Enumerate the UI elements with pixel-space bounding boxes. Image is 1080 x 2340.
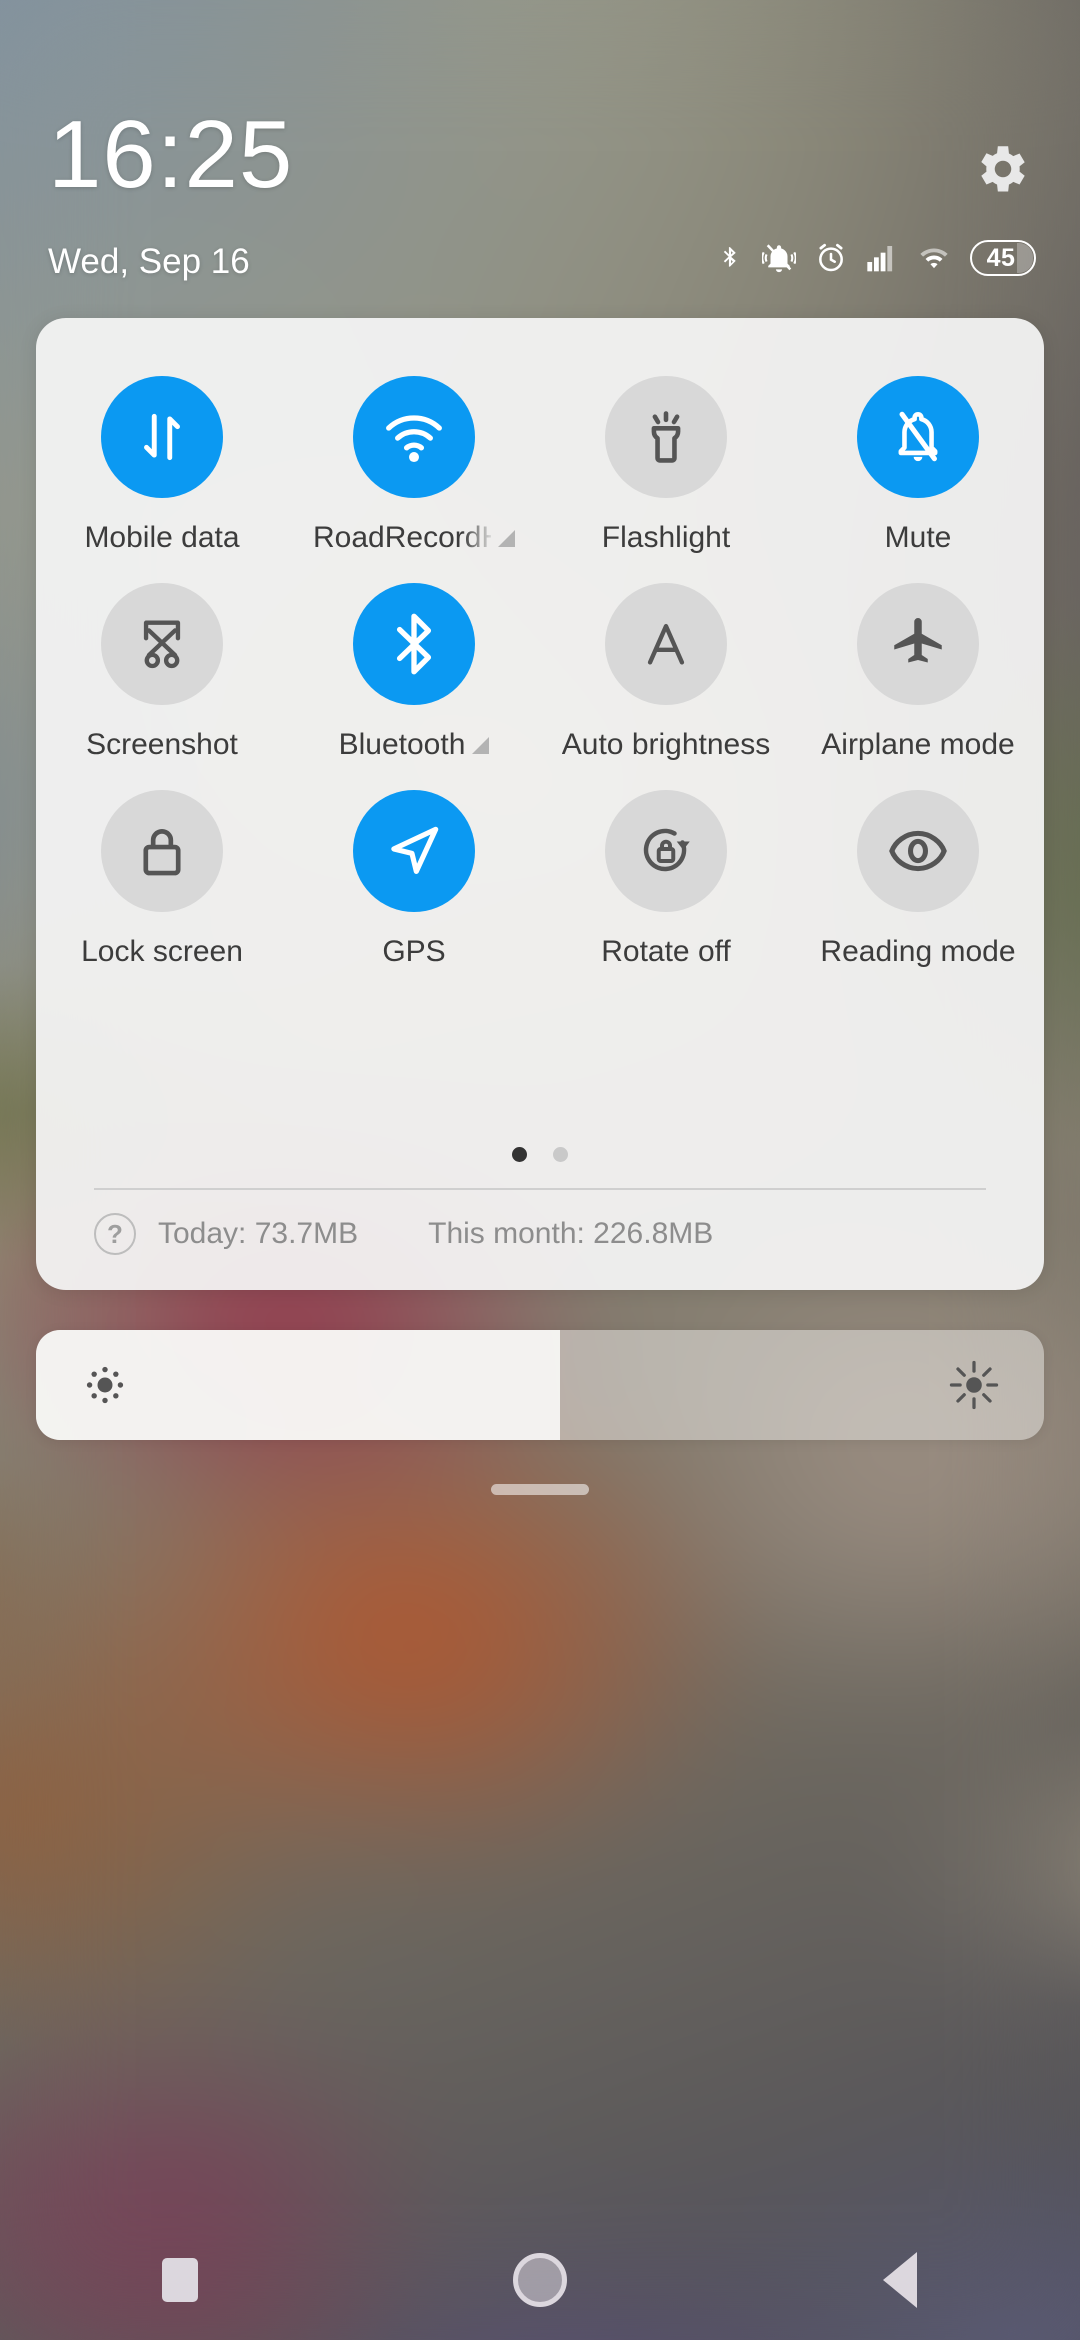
tile-lock-screen-circle bbox=[101, 790, 223, 912]
tile-bluetooth-circle bbox=[353, 583, 475, 705]
brightness-low-icon bbox=[86, 1366, 124, 1404]
padlock-icon bbox=[143, 829, 181, 876]
tile-gps-label-row: GPS bbox=[382, 935, 445, 969]
tile-reading-mode-label-row: Reading mode bbox=[820, 935, 1015, 969]
tile-bluetooth-label-row: Bluetooth bbox=[339, 728, 490, 762]
tile-label: Airplane mode bbox=[821, 728, 1015, 761]
settings-button[interactable] bbox=[972, 138, 1034, 200]
nav-home-button[interactable] bbox=[465, 2235, 615, 2325]
tile-label: Screenshot bbox=[86, 728, 238, 761]
tile-lock-screen-label-row: Lock screen bbox=[81, 935, 243, 969]
brightness-high-icon bbox=[949, 1360, 999, 1410]
data-usage-today: Today: 73.7MB bbox=[158, 1217, 359, 1250]
tile-screenshot-label-row: Screenshot bbox=[86, 728, 238, 762]
tile-label: Auto brightness bbox=[561, 728, 771, 761]
expand-triangle-icon[interactable] bbox=[472, 736, 490, 754]
tile-reading-mode-circle bbox=[857, 790, 979, 912]
tile-screenshot-circle bbox=[101, 583, 223, 705]
status-icon-tray: 45 bbox=[717, 240, 1036, 276]
bluetooth-icon bbox=[723, 247, 736, 267]
tile-screenshot[interactable]: Screenshot bbox=[36, 561, 288, 762]
tile-reading-mode[interactable]: Reading mode bbox=[792, 768, 1044, 969]
alarm-icon bbox=[819, 243, 843, 272]
brightness-slider[interactable] bbox=[36, 1330, 1044, 1440]
rotation-lock-icon bbox=[643, 828, 690, 872]
navigation-bar bbox=[0, 2220, 1080, 2340]
quick-settings-panel: Mobile data RoadRecordH Flashlight Mute … bbox=[36, 318, 1044, 1290]
wifi-icon bbox=[386, 415, 442, 463]
data-usage-row[interactable]: ? Today: 73.7MB This month: 226.8MB bbox=[94, 1198, 713, 1270]
wifi-icon bbox=[920, 248, 948, 269]
tile-mobile-data-label-row: Mobile data bbox=[84, 521, 239, 555]
tile-label: GPS bbox=[382, 935, 446, 968]
quick-settings-tile-grid: Mobile data RoadRecordH Flashlight Mute … bbox=[36, 354, 1044, 969]
tile-label: Mute bbox=[884, 521, 952, 554]
tile-mobile-data-circle bbox=[101, 376, 223, 498]
airplane-icon bbox=[894, 618, 942, 663]
home-circle-icon bbox=[513, 2253, 567, 2307]
tile-auto-brightness[interactable]: Auto brightness bbox=[540, 561, 792, 762]
data-transfer-icon bbox=[144, 413, 180, 461]
gear-icon bbox=[981, 146, 1025, 192]
page-dot-2[interactable] bbox=[553, 1147, 568, 1162]
panel-drag-handle[interactable] bbox=[491, 1484, 589, 1495]
tile-label: Lock screen bbox=[81, 935, 243, 968]
expand-triangle-icon[interactable] bbox=[498, 529, 515, 547]
tile-mobile-data[interactable]: Mobile data bbox=[36, 354, 288, 555]
tile-label: Reading mode bbox=[820, 935, 1016, 968]
tile-auto-brightness-label-row: Auto brightness bbox=[562, 728, 770, 762]
bluetooth-icon bbox=[396, 613, 432, 675]
eye-icon bbox=[889, 830, 947, 872]
page-indicator-dots bbox=[36, 1147, 1044, 1162]
panel-divider bbox=[94, 1188, 986, 1190]
data-usage-month: This month: 226.8MB bbox=[428, 1217, 714, 1250]
tile-label: Bluetooth bbox=[338, 728, 466, 761]
tile-mute[interactable]: Mute bbox=[792, 354, 1044, 555]
tile-flashlight-label-row: Flashlight bbox=[602, 521, 730, 555]
page-dot-1[interactable] bbox=[512, 1147, 527, 1162]
nav-recents-button[interactable] bbox=[105, 2235, 255, 2325]
battery-icon: 45 bbox=[970, 240, 1036, 276]
tile-flashlight-circle bbox=[605, 376, 727, 498]
letter-a-icon bbox=[647, 623, 685, 665]
bell-off-icon bbox=[898, 411, 938, 462]
tile-bluetooth[interactable]: Bluetooth bbox=[288, 561, 540, 762]
clock-time: 16:25 bbox=[48, 101, 294, 208]
tile-rotate-off-label-row: Rotate off bbox=[601, 935, 731, 969]
tile-airplane-mode-label-row: Airplane mode bbox=[821, 728, 1014, 762]
tile-label: Flashlight bbox=[601, 521, 731, 554]
back-triangle-icon bbox=[883, 2252, 917, 2308]
tile-mute-label-row: Mute bbox=[885, 521, 952, 555]
tile-label: Mobile data bbox=[84, 521, 240, 554]
flashlight-icon bbox=[651, 411, 681, 463]
battery-level-text: 45 bbox=[986, 243, 1016, 272]
tile-label: Rotate off bbox=[601, 935, 731, 968]
tile-auto-brightness-circle bbox=[605, 583, 727, 705]
signal-bars-icon bbox=[867, 246, 893, 272]
navigation-arrow-icon bbox=[391, 826, 439, 874]
status-header: 16:25 Wed, Sep 16 45 bbox=[0, 0, 1080, 318]
tile-lock-screen[interactable]: Lock screen bbox=[36, 768, 288, 969]
tile-gps[interactable]: GPS bbox=[288, 768, 540, 969]
tile-mute-circle bbox=[857, 376, 979, 498]
tile-wifi-circle bbox=[353, 376, 475, 498]
question-mark-icon[interactable]: ? bbox=[94, 1213, 136, 1255]
nav-back-button[interactable] bbox=[825, 2235, 975, 2325]
tile-airplane-mode[interactable]: Airplane mode bbox=[792, 561, 1044, 762]
scissors-icon bbox=[143, 620, 181, 669]
tile-rotate-off[interactable]: Rotate off bbox=[540, 768, 792, 969]
tile-label: RoadRecordH bbox=[313, 521, 491, 554]
tile-gps-circle bbox=[353, 790, 475, 912]
tile-wifi[interactable]: RoadRecordH bbox=[288, 354, 540, 555]
tile-wifi-label-row: RoadRecordH bbox=[313, 521, 515, 555]
recents-square-icon bbox=[162, 2258, 198, 2302]
tile-airplane-mode-circle bbox=[857, 583, 979, 705]
silent-bell-icon bbox=[762, 244, 796, 273]
clock-date: Wed, Sep 16 bbox=[48, 242, 250, 281]
tile-flashlight[interactable]: Flashlight bbox=[540, 354, 792, 555]
tile-rotate-off-circle bbox=[605, 790, 727, 912]
